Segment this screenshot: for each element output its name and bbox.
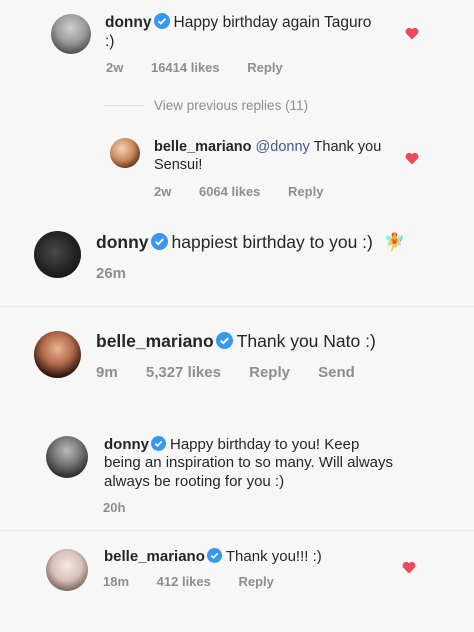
- reply-button[interactable]: Reply: [249, 364, 290, 381]
- comment-body: belle_mariano Thank you!!! :): [104, 548, 394, 566]
- replies-line: [104, 105, 144, 106]
- verified-badge-icon: [151, 436, 166, 451]
- comment-body: donny happiest birthday to you :) 🧚: [96, 232, 456, 253]
- username[interactable]: belle_mariano: [96, 331, 214, 351]
- likes-count[interactable]: 6064 likes: [199, 184, 260, 199]
- avatar[interactable]: [34, 331, 81, 378]
- timestamp: 20h: [103, 500, 126, 515]
- timestamp: 18m: [103, 574, 130, 589]
- comment-body: donny Happy birthday to you! Keep being a…: [104, 436, 394, 491]
- comment-body: donny Happy birthday again Taguro :): [105, 13, 385, 52]
- reply-button[interactable]: Reply: [288, 184, 323, 199]
- timestamp: 26m: [96, 265, 127, 282]
- likes-count[interactable]: 16414 likes: [151, 60, 220, 75]
- comment-text: Thank you Nato :): [236, 331, 376, 351]
- timestamp: 2w: [106, 60, 124, 75]
- divider: [0, 306, 474, 307]
- username[interactable]: donny: [96, 232, 149, 252]
- username[interactable]: belle_mariano: [104, 548, 205, 565]
- heart-icon[interactable]: [405, 152, 419, 165]
- username[interactable]: donny: [105, 14, 152, 31]
- divider: [0, 530, 474, 531]
- comment-text: happiest birthday to you :): [171, 232, 373, 252]
- avatar[interactable]: [46, 549, 88, 591]
- comment-meta: 26m: [96, 265, 150, 282]
- view-previous-replies[interactable]: View previous replies (11): [154, 98, 308, 113]
- verified-badge-icon: [215, 332, 233, 349]
- avatar[interactable]: [34, 231, 81, 278]
- heart-icon[interactable]: [405, 27, 419, 40]
- reply-button[interactable]: Reply: [239, 574, 274, 589]
- mention-link[interactable]: @donny: [256, 139, 310, 155]
- verified-badge-icon: [153, 13, 170, 29]
- avatar[interactable]: [51, 14, 91, 54]
- emoji: 🧚: [383, 232, 406, 252]
- avatar[interactable]: [110, 138, 140, 168]
- timestamp: 9m: [96, 364, 118, 381]
- heart-icon[interactable]: [402, 561, 416, 574]
- comment-body: belle_mariano Thank you Nato :): [96, 331, 456, 352]
- comment-meta: 2w 6064 likes Reply: [154, 184, 347, 199]
- comment-meta: 18m 412 likes Reply: [103, 574, 298, 589]
- comment-meta: 9m 5,327 likes Reply Send: [96, 364, 379, 381]
- verified-badge-icon: [150, 233, 168, 250]
- comment-text: Thank you!!! :): [225, 548, 322, 565]
- reply-button[interactable]: Reply: [247, 60, 282, 75]
- likes-count[interactable]: 412 likes: [157, 574, 211, 589]
- send-button[interactable]: Send: [318, 364, 355, 381]
- username[interactable]: belle_mariano: [154, 139, 252, 155]
- comment-meta: 20h: [103, 500, 149, 515]
- comment-meta: 2w 16414 likes Reply: [106, 60, 307, 75]
- likes-count[interactable]: 5,327 likes: [146, 364, 221, 381]
- timestamp: 2w: [154, 184, 172, 199]
- verified-badge-icon: [206, 548, 222, 563]
- avatar[interactable]: [46, 436, 88, 478]
- username[interactable]: donny: [104, 436, 149, 453]
- comment-body: belle_mariano @donny Thank you Sensui!: [154, 139, 384, 174]
